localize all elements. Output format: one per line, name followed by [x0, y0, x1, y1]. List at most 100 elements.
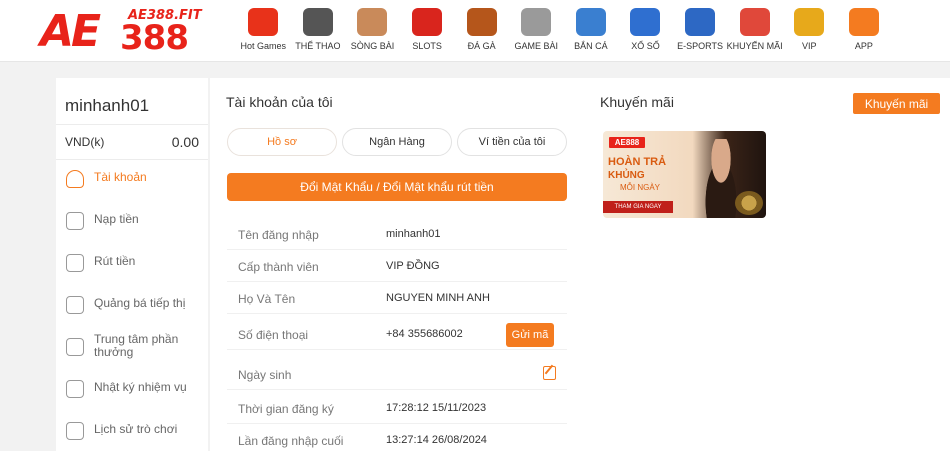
info-label: Họ Và Tên [238, 292, 296, 306]
nav-label: KHUYẾN MÃI [726, 41, 783, 51]
nav-item-2[interactable]: SÒNG BÀI [345, 0, 400, 62]
sidebar-item-label: Quảng bá tiếp thị [94, 296, 186, 310]
balance-amount: 0.00 [171, 134, 199, 150]
sidebar-item-label: Rút tiền [94, 254, 136, 268]
info-label: Thời gian đăng ký [238, 402, 334, 416]
info-row: Họ Và Tên NGUYEN MINH ANH [227, 282, 567, 314]
nav-label: XỔ SỐ [631, 41, 660, 51]
nav-item-8[interactable]: E-SPORTS [673, 0, 728, 62]
nav-item-6[interactable]: BẮN CÁ [564, 0, 619, 62]
info-label: Cấp thành viên [238, 260, 319, 274]
info-row: Lần đăng nhập cuối 13:27:14 26/08/2024 [227, 424, 567, 451]
top-header: AE AE388.FIT 388 Hot Games THỂ THAO SÒNG B… [0, 0, 950, 62]
nav-item-0[interactable]: Hot Games [236, 0, 291, 62]
info-label: Lần đăng nhập cuối [238, 434, 344, 448]
page-title: Tài khoản của tôi [226, 94, 333, 110]
sidebar-item-label: Trung tâm phần thưởng [94, 332, 179, 359]
nav-item-10[interactable]: VIP [782, 0, 837, 62]
banner-headline-1: HOÀN TRẢ [608, 156, 667, 168]
sidebar-item-5[interactable]: Nhật ký nhiệm vụ [56, 372, 208, 408]
info-row: Thời gian đăng ký 17:28:12 15/11/2023 [227, 392, 567, 424]
download-icon [848, 8, 879, 36]
info-value: 13:27:14 26/08/2024 [386, 434, 487, 446]
nav-item-5[interactable]: GAME BÀI [509, 0, 564, 62]
lottery-ball-icon [630, 8, 661, 36]
nav-item-3[interactable]: SLOTS [400, 0, 455, 62]
sidebar-item-label: Tài khoản [94, 170, 147, 184]
fish-icon [575, 8, 606, 36]
dice-icon [521, 8, 552, 36]
casino-dealer-icon [357, 8, 388, 36]
nav-label: E-SPORTS [677, 41, 723, 51]
account-sidebar: minhanh01 VND(k) 0.00 Tài khoản Nạp tiền R… [56, 78, 208, 451]
nav-label: VIP [801, 41, 817, 51]
sidebar-item-1[interactable]: Nạp tiền [56, 204, 208, 240]
rooster-icon [466, 8, 497, 36]
info-label: Ngày sinh [238, 368, 292, 382]
sidebar-item-3[interactable]: Quảng bá tiếp thị [56, 288, 208, 324]
sidebar-item-label: Nhật ký nhiệm vụ [94, 380, 187, 394]
nav-label: SÒNG BÀI [350, 41, 395, 51]
nav-item-4[interactable]: ĐÁ GÀ [454, 0, 509, 62]
banner-logo: AE888 [609, 137, 645, 148]
game-history-icon [66, 422, 84, 440]
sidebar-item-4[interactable]: Trung tâm phần thưởng [56, 330, 208, 366]
nav-item-7[interactable]: XỔ SỐ [618, 0, 673, 62]
banner-subline: MỖI NGÀY [620, 183, 661, 192]
info-row: Cấp thành viên VIP ĐỒNG [227, 250, 567, 282]
balance-row: VND(k) 0.00 [56, 124, 208, 160]
nav-item-11[interactable]: APP [837, 0, 892, 62]
soccer-ball-icon [302, 8, 333, 36]
info-row: Ngày sinh [227, 358, 567, 390]
edit-icon[interactable] [543, 366, 556, 380]
info-label: Số điện thoại [238, 328, 309, 342]
nav-item-9[interactable]: KHUYẾN MÃI [726, 0, 783, 62]
currency-label: VND(k) [65, 135, 105, 149]
change-password-button[interactable]: Đổi Mật Khẩu / Đổi Mật khẩu rút tiền [227, 173, 567, 201]
sidebar-item-6[interactable]: Lịch sử trò chơi [56, 414, 208, 450]
sidebar-item-2[interactable]: Rút tiền [56, 246, 208, 282]
nav-label: Hot Games [240, 41, 287, 51]
sidebar-item-label: Lịch sử trò chơi [94, 422, 178, 436]
nav-label: APP [854, 41, 873, 51]
nav-label: SLOTS [412, 41, 442, 51]
tab-2[interactable]: Ví tiền của tôi [457, 128, 567, 156]
nav-item-1[interactable]: THỂ THAO [291, 0, 346, 62]
flame-icon [248, 8, 279, 36]
site-logo[interactable]: AE AE388.FIT 388 [40, 6, 210, 58]
send-code-button[interactable]: Gửi mã [506, 323, 554, 347]
crown-icon [794, 8, 825, 36]
sidebar-item-0[interactable]: Tài khoản [56, 162, 208, 198]
withdraw-hand-icon [66, 254, 84, 272]
info-row: Số điện thoại +84 355686002 Gửi mã [227, 318, 567, 350]
tab-1[interactable]: Ngân Hàng [342, 128, 452, 156]
info-row: Tên đăng nhập minhanh01 [227, 218, 567, 250]
info-value: minhanh01 [386, 228, 441, 240]
tab-0[interactable]: Hồ sơ [227, 128, 337, 156]
username: minhanh01 [65, 96, 150, 115]
main-nav: Hot Games THỂ THAO SÒNG BÀI SLOTS ĐÁ GÀ GAME … [236, 0, 891, 62]
info-label: Tên đăng nhập [238, 228, 319, 242]
task-list-icon [66, 380, 84, 398]
promo-banner[interactable]: AE888 HOÀN TRẢ KHỦNG MỖI NGÀY THAM GIA N… [603, 131, 766, 218]
promotion-hand-icon [66, 296, 84, 314]
nav-label: THỂ THAO [295, 41, 341, 51]
info-value: +84 355686002 [386, 328, 463, 340]
banner-cta: THAM GIA NGAY [603, 201, 673, 213]
info-value: NGUYEN MINH ANH [386, 292, 490, 304]
nav-label: BẮN CÁ [574, 41, 608, 51]
deposit-hand-icon [66, 212, 84, 230]
account-tabs: Hồ sơ Ngân Hàng Ví tiền của tôi [227, 128, 567, 156]
info-value: 17:28:12 15/11/2023 [386, 402, 487, 414]
banner-chips-image [735, 191, 763, 215]
account-panel: Tài khoản của tôi Hồ sơ Ngân Hàng Ví tiền … [210, 78, 585, 451]
logo-letters: AE [40, 6, 101, 57]
info-value: VIP ĐỒNG [386, 260, 440, 272]
nav-label: ĐÁ GÀ [467, 41, 496, 51]
user-shield-icon [66, 170, 84, 188]
slot-machine-icon [412, 8, 443, 36]
banner-headline-2: KHỦNG [608, 170, 645, 181]
promotions-button[interactable]: Khuyến mãi [853, 93, 940, 114]
gift-icon [739, 8, 770, 36]
reward-gift-icon [66, 338, 84, 356]
